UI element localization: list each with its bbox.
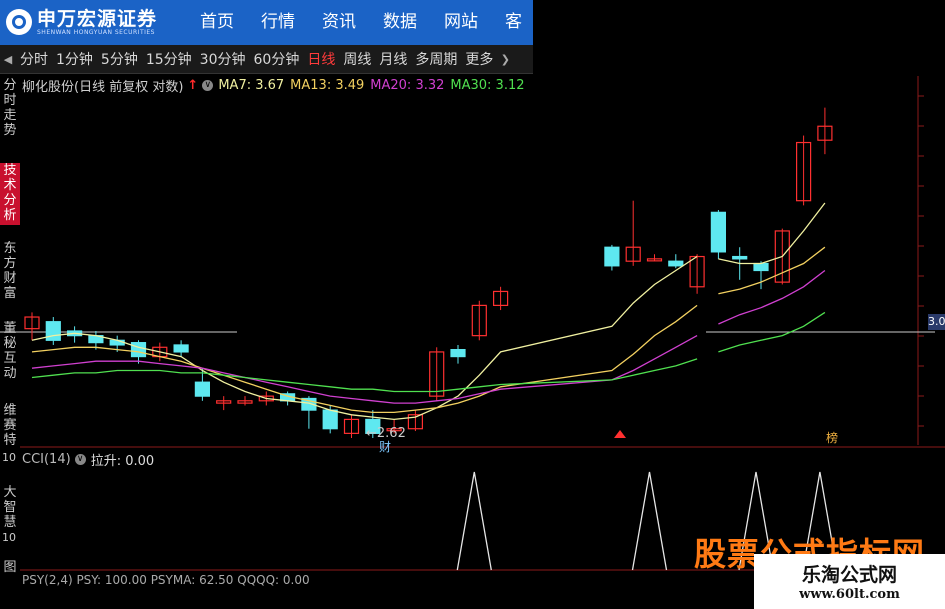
ma13-label: MA13: 3.49 (290, 77, 365, 93)
cci-spike (456, 471, 492, 571)
cci-spike (631, 471, 668, 571)
candle-body (109, 339, 125, 346)
dropdown-icon[interactable]: ∨ (202, 79, 214, 91)
stock-name[interactable]: 柳化股份(日线 前复权 对数) (22, 76, 183, 95)
marker-cai: 财 (379, 440, 391, 454)
cci-value: 拉升: 0.00 (90, 453, 155, 469)
ma13-line (31, 304, 698, 414)
ma7-line (31, 255, 698, 421)
candle-body (732, 255, 748, 260)
candle-body (450, 349, 466, 358)
candle-body (194, 381, 210, 397)
cci-info-line: CCI(14) ∨ 拉升: 0.00 (22, 450, 155, 469)
ma30-line (31, 358, 698, 393)
watermark-line3: www.60lt.com (799, 587, 900, 602)
marker-bang: 榜 (826, 430, 838, 445)
ma13-line-right (718, 246, 826, 295)
ma7-line-right (718, 202, 826, 265)
cci-name: CCI(14) (22, 451, 71, 467)
price-tag: 3.0 (928, 314, 945, 330)
up-arrow-icon: ↑ (187, 77, 199, 93)
low-price-label: ←2.62 (366, 426, 406, 441)
watermark-box: 乐淘公式网 www.60lt.com (754, 554, 945, 609)
candle-body (173, 344, 189, 353)
up-signal-icon (614, 430, 626, 438)
psy-text: PSY(2,4) PSY: 100.00 PSYMA: 62.50 QQQQ: … (22, 573, 310, 587)
stock-info-line: 柳化股份(日线 前复权 对数) ↑ ∨ MA7: 3.67 MA13: 3.49… (22, 76, 531, 95)
cci-dropdown-icon[interactable]: ∨ (74, 453, 86, 465)
watermark-line2: 乐淘公式网 (801, 564, 897, 586)
ma20-line-right (718, 269, 826, 325)
ma20-label: MA20: 3.32 (370, 77, 445, 93)
candle-body (668, 260, 684, 267)
candle-body (45, 321, 61, 341)
candle-body (322, 409, 338, 430)
candle-body (753, 262, 769, 272)
ma30-label: MA30: 3.12 (450, 77, 525, 93)
candle-body (130, 342, 147, 358)
ma7-label: MA7: 3.67 (218, 77, 285, 93)
candle-body (710, 211, 727, 253)
candle-body (604, 246, 620, 267)
psy-info-line: PSY(2,4) PSY: 100.00 PSYMA: 62.50 QQQQ: … (22, 573, 310, 587)
candles-layer (24, 107, 833, 439)
